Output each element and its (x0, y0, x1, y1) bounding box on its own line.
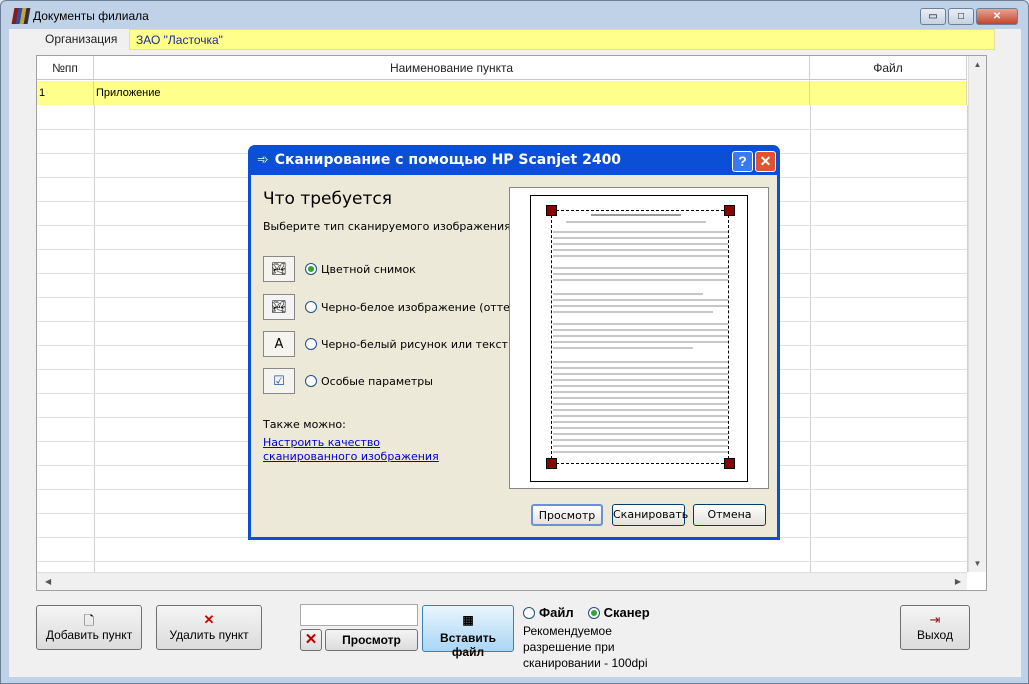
dialog-preview-button[interactable]: Просмотр (531, 504, 603, 526)
scan-selection-area[interactable] (551, 210, 729, 464)
cell-num[interactable]: 1 (37, 81, 94, 105)
horizontal-scrollbar[interactable]: ◀ ▶ (37, 572, 967, 590)
col-header-file[interactable]: Файл (810, 56, 967, 79)
custom-settings-icon[interactable]: ☑ (263, 368, 295, 394)
option-radio[interactable] (305, 301, 317, 313)
dialog-close-button[interactable]: ✕ (755, 151, 776, 172)
maximize-button[interactable]: □ (948, 8, 974, 25)
preview-file-button[interactable]: Просмотр (325, 629, 418, 651)
dialog-heading: Что требуется (263, 189, 392, 209)
cell-file[interactable] (810, 81, 967, 105)
adjust-quality-link[interactable]: Настроить качество сканированного изобра… (263, 436, 473, 464)
option-radio[interactable] (305, 338, 317, 350)
insert-file-button[interactable]: ▦ Вставить файл (422, 605, 514, 659)
option-color-photo[interactable]: Цветной снимок (321, 263, 416, 276)
scanned-page (530, 195, 748, 482)
option-custom[interactable]: Особые параметры (321, 375, 433, 388)
dialog-subtitle: Выберите тип сканируемого изображения. (263, 220, 515, 233)
option-radio[interactable] (305, 375, 317, 387)
crop-handle[interactable] (724, 205, 735, 216)
vertical-scrollbar[interactable]: ▲ ▼ (968, 56, 986, 572)
dialog-title: Сканирование с помощью HP Scanjet 2400 (274, 152, 622, 168)
org-label: Организация (45, 32, 118, 46)
minimize-button[interactable]: ▭ (920, 8, 946, 25)
window-title: Документы филиала (33, 9, 149, 23)
delete-icon: ✕ (203, 612, 215, 627)
grid-icon: ▦ (462, 613, 474, 627)
crop-handle[interactable] (546, 458, 557, 469)
scan-dialog: ➾ Сканирование с помощью HP Scanjet 2400 … (248, 145, 780, 540)
dialog-title-bar: ➾ Сканирование с помощью HP Scanjet 2400 (251, 145, 777, 175)
resolution-hint: Рекомендуемое разрешение при сканировани… (523, 624, 648, 670)
col-header-num[interactable]: №пп (37, 56, 94, 79)
clear-file-button[interactable]: ✕ (300, 629, 322, 651)
document-icon: 🗋 (83, 613, 95, 628)
exit-button[interactable]: ⇥ Выход (900, 605, 970, 650)
scanner-icon: ➾ (257, 152, 269, 168)
option-bw-text[interactable]: Черно-белый рисунок или текст (321, 338, 508, 351)
source-scanner-radio[interactable] (587, 606, 600, 619)
option-radio[interactable] (305, 263, 317, 275)
help-button[interactable]: ? (732, 151, 753, 172)
cell-name[interactable]: Приложение (94, 81, 810, 105)
books-icon (11, 8, 31, 24)
org-field[interactable]: ЗАО "Ласточка" (129, 29, 995, 50)
crop-handle[interactable] (724, 458, 735, 469)
add-item-button[interactable]: 🗋 Добавить пункт (36, 605, 142, 650)
add-item-label: Добавить пункт (45, 628, 133, 642)
grayscale-photo-icon[interactable]: 🏞 (263, 294, 295, 320)
color-photo-icon[interactable]: 🏞 (263, 256, 295, 282)
cancel-button[interactable]: Отмена (693, 504, 766, 526)
source-file-radio[interactable] (523, 606, 535, 619)
crop-handle[interactable] (546, 205, 557, 216)
source-file-label[interactable]: Файл (539, 605, 574, 620)
source-scanner-label[interactable]: Сканер (604, 605, 650, 620)
delete-item-button[interactable]: ✕ Удалить пункт (156, 605, 262, 650)
delete-item-label: Удалить пункт (169, 628, 249, 642)
scan-button[interactable]: Сканировать (612, 504, 688, 526)
text-drawing-icon[interactable]: A (263, 331, 295, 357)
exit-label: Выход (917, 628, 953, 642)
scan-preview (509, 187, 769, 489)
file-path-input[interactable] (300, 604, 418, 626)
title-bar: Документы филиала ▭ □ ✕ (1, 1, 1028, 31)
also-label: Также можно: (263, 418, 346, 431)
exit-door-icon: ⇥ (929, 612, 941, 627)
option-grayscale[interactable]: Черно-белое изображение (оттенки (321, 301, 517, 314)
table-row[interactable]: 1 Приложение (37, 81, 967, 105)
col-header-name[interactable]: Наименование пункта (94, 56, 810, 79)
insert-file-label: Вставить файл (440, 631, 496, 659)
close-button[interactable]: ✕ (976, 8, 1018, 25)
